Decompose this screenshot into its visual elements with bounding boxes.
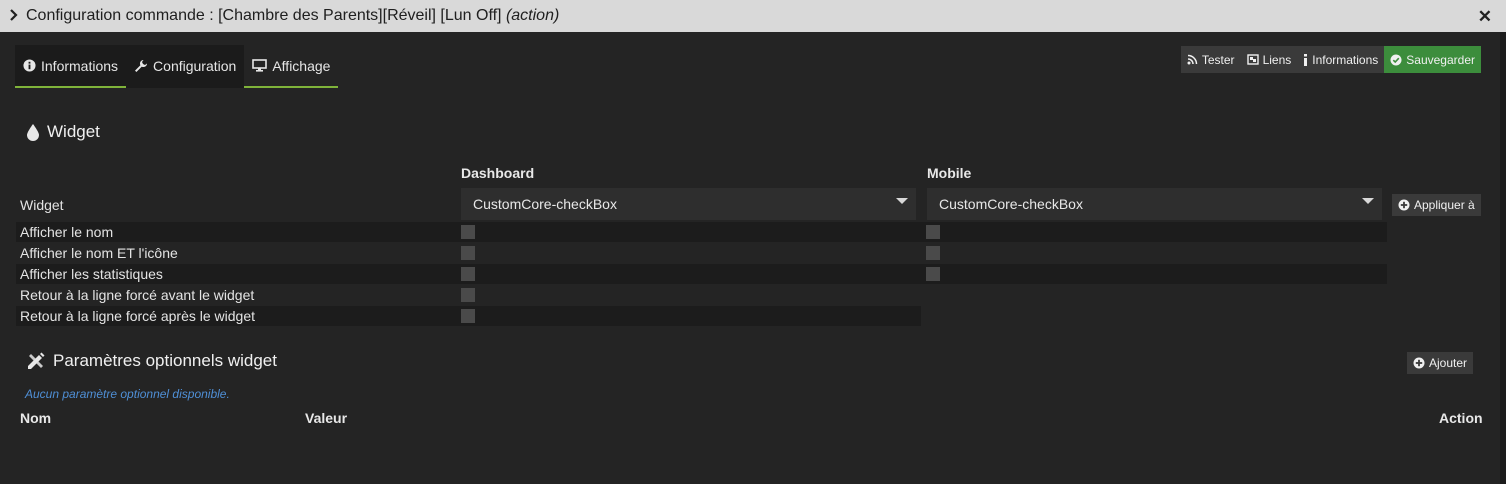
plus-circle-icon [1398,199,1410,211]
widget-section-label: Widget [47,122,100,141]
mobile-widget-value: CustomCore-checkBox [939,196,1083,212]
option-row-label: Retour à la ligne forcé avant le widget [20,287,255,303]
tab-configuration-label: Configuration [153,57,237,74]
tab-bar: Informations Configuration Affichage [15,45,339,88]
empty-params-note: Aucun paramètre optionnel disponible. [25,387,230,401]
sauvegarder-button[interactable]: Sauvegarder [1384,46,1481,73]
modal-title: Configuration commande : [Chambre des Pa… [26,7,559,25]
tab-affichage[interactable]: Affichage [244,45,339,88]
dashboard-checkbox-statistiques[interactable] [461,267,475,281]
dashboard-checkbox-retour-apres[interactable] [461,309,475,323]
option-row-label: Retour à la ligne forcé après le widget [20,308,256,324]
dashboard-column-header: Dashboard [461,165,535,181]
informations-label: Informations [1312,52,1379,67]
appliquer-label: Appliquer à [1414,198,1475,212]
option-row-label: Afficher le nom [20,224,114,240]
row-stripe [16,264,1387,284]
tab-affichage-label: Affichage [272,57,331,74]
column-header-nom: Nom [20,410,52,426]
dashboard-checkbox-nom-icone[interactable] [461,246,475,260]
tab-configuration[interactable]: Configuration [126,45,245,88]
row-stripe [16,222,1387,242]
close-icon[interactable]: ✕ [1478,7,1492,27]
rss-icon [1187,54,1198,65]
liens-label: Liens [1262,52,1292,67]
dashboard-widget-value: CustomCore-checkBox [473,196,617,212]
column-header-valeur: Valeur [305,410,348,426]
tint-drop-icon [27,123,39,141]
pencil-ruler-icon [28,352,45,369]
object-group-icon [1246,54,1259,65]
option-row-label: Afficher les statistiques [20,266,163,282]
mobile-checkbox-nom-icone[interactable] [926,246,940,260]
wrench-icon [135,59,148,72]
check-circle-icon [1390,54,1402,65]
mobile-widget-select[interactable]: CustomCore-checkBox [927,188,1382,220]
modal-title-main: Configuration commande : [Chambre des Pa… [26,7,502,24]
chevron-right-icon [10,9,18,21]
modal-title-bar: Configuration commande : [Chambre des Pa… [0,0,1506,32]
desktop-icon [252,59,268,72]
dashboard-widget-select[interactable]: CustomCore-checkBox [461,188,916,220]
info-icon [1304,53,1308,66]
dashboard-checkbox-retour-avant[interactable] [461,288,475,302]
liens-button[interactable]: Liens [1240,46,1298,73]
mobile-checkbox-statistiques[interactable] [926,267,940,281]
sauvegarder-label: Sauvegarder [1406,52,1475,67]
appliquer-button[interactable]: Appliquer à [1392,194,1481,216]
mobile-column-header: Mobile [927,165,972,181]
widget-section-title: Widget [27,122,100,142]
plus-circle-icon [1413,357,1425,369]
caret-down-icon [896,198,908,204]
action-toolbar: Tester Liens Informations Sauvegarder [1180,46,1481,73]
ajouter-label: Ajouter [1429,356,1468,370]
scrollbar[interactable] [1500,32,1506,484]
ajouter-button[interactable]: Ajouter [1407,352,1474,374]
modal-title-suffix: (action) [505,7,560,24]
tester-button[interactable]: Tester [1180,46,1241,73]
optional-section-title: Paramètres optionnels widget [27,351,277,371]
tab-informations-label: Informations [41,57,119,74]
caret-down-icon [1362,198,1374,204]
informations-button[interactable]: Informations [1297,46,1385,73]
tester-label: Tester [1201,52,1235,67]
widget-row-label: Widget [20,197,64,213]
tab-informations[interactable]: Informations [15,45,127,88]
optional-section-label: Paramètres optionnels widget [53,351,277,370]
info-circle-icon [23,59,36,72]
option-row-label: Afficher le nom ET l'icône [20,245,178,261]
column-header-action: Action [1439,410,1483,426]
mobile-checkbox-afficher-nom[interactable] [926,225,940,239]
dashboard-checkbox-afficher-nom[interactable] [461,225,475,239]
